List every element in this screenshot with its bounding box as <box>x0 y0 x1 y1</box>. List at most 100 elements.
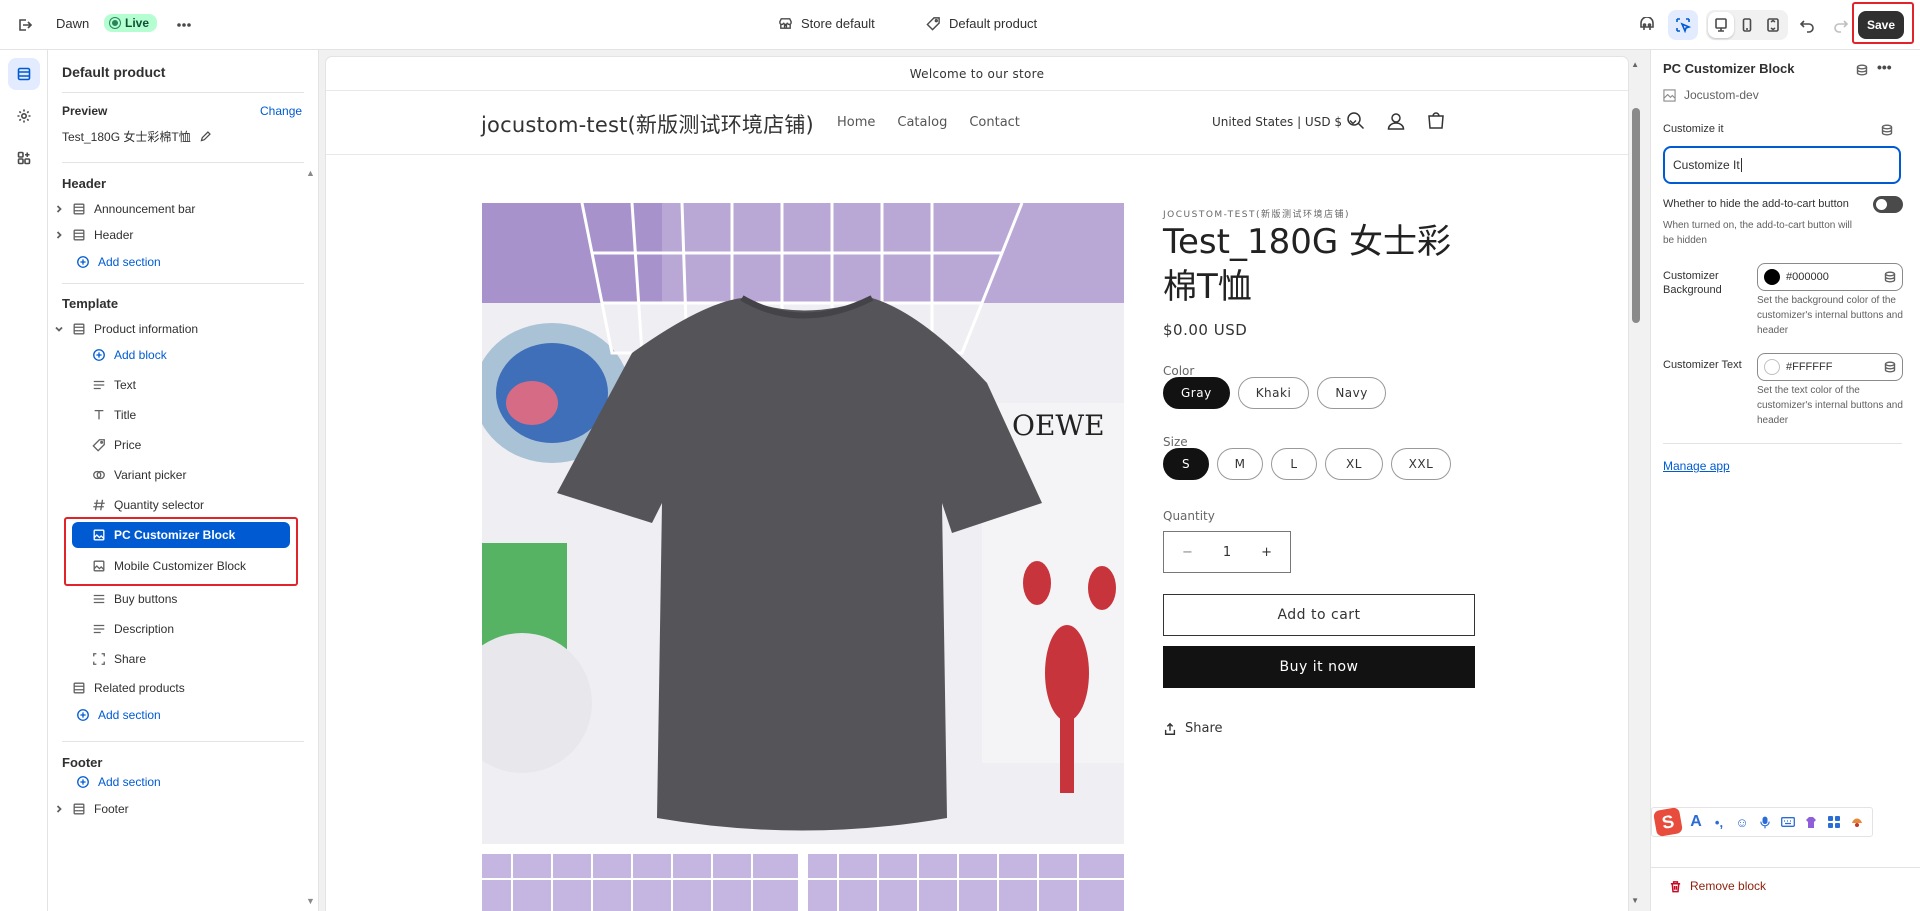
nav-link[interactable]: Catalog <box>897 115 947 130</box>
section-footer[interactable]: Footer <box>54 796 129 822</box>
size-option[interactable]: XXL <box>1391 448 1451 480</box>
color-option[interactable]: Gray <box>1163 377 1230 409</box>
block-text[interactable]: Text <box>92 372 136 398</box>
nav-link[interactable]: Contact <box>969 115 1020 130</box>
buy-now-button[interactable]: Buy it now <box>1163 646 1475 688</box>
section-product-information[interactable]: Product information <box>54 316 198 342</box>
database-icon[interactable] <box>1856 64 1868 76</box>
ime-apps-icon[interactable] <box>1826 814 1842 830</box>
sections-icon[interactable] <box>8 58 40 90</box>
product-thumbnail[interactable] <box>482 854 798 911</box>
block-label: Quantity selector <box>114 498 205 512</box>
color-option[interactable]: Navy <box>1317 377 1386 409</box>
size-option[interactable]: M <box>1217 448 1263 480</box>
store-logo[interactable]: jocustom-test(新版测试环境店铺) <box>481 109 814 139</box>
add-block-button[interactable]: Add block <box>92 342 167 368</box>
store-selector[interactable]: Store default <box>778 16 875 31</box>
manage-app-link[interactable]: Manage app <box>1663 459 1730 473</box>
block-description[interactable]: Description <box>92 616 174 642</box>
apps-icon[interactable] <box>8 142 40 174</box>
ime-punct-icon[interactable]: •, <box>1711 814 1727 830</box>
text-color-field[interactable]: #FFFFFF <box>1757 353 1903 381</box>
ime-skin-icon[interactable] <box>1803 814 1819 830</box>
template-selector[interactable]: Default product <box>926 16 1037 31</box>
nav-link[interactable]: Home <box>837 115 875 130</box>
bg-color-field[interactable]: #000000 <box>1757 263 1903 291</box>
bg-color-help: Set the background color of the customiz… <box>1757 295 1903 336</box>
more-icon[interactable] <box>169 10 199 40</box>
share-button[interactable]: Share <box>1163 721 1223 736</box>
template-group-label: Template <box>62 296 119 311</box>
change-preview-link[interactable]: Change <box>260 104 302 118</box>
block-buy-buttons[interactable]: Buy buttons <box>92 586 177 612</box>
quantity-plus-button[interactable]: + <box>1261 545 1272 560</box>
ime-keyboard-icon[interactable] <box>1780 814 1796 830</box>
size-option[interactable]: L <box>1271 448 1317 480</box>
ime-emoji-icon[interactable]: ☺ <box>1734 814 1750 830</box>
footer-group-label: Footer <box>62 755 103 770</box>
account-icon[interactable] <box>1383 108 1409 134</box>
add-section-header[interactable]: Add section <box>76 249 161 275</box>
color-option[interactable]: Khaki <box>1237 377 1310 409</box>
scroll-up-icon[interactable]: ▲ <box>306 168 316 178</box>
quantity-value[interactable]: 1 <box>1223 545 1231 560</box>
edit-icon[interactable] <box>199 130 212 143</box>
exit-icon[interactable] <box>10 10 40 40</box>
database-icon <box>1884 271 1896 283</box>
size-options: S M L XL XXL <box>1163 448 1451 480</box>
block-price[interactable]: Price <box>92 432 141 458</box>
image-text: OEWE <box>1012 409 1105 442</box>
hide-cart-toggle[interactable] <box>1873 196 1903 213</box>
block-share[interactable]: Share <box>92 646 146 672</box>
add-to-cart-button[interactable]: Add to cart <box>1163 594 1475 636</box>
size-option[interactable]: XL <box>1325 448 1383 480</box>
section-icon <box>73 803 85 815</box>
add-section-template[interactable]: Add section <box>76 702 161 728</box>
block-title[interactable]: Title <box>92 402 136 428</box>
section-icon <box>73 203 85 215</box>
quantity-minus-button[interactable]: − <box>1182 545 1193 560</box>
mobile-icon[interactable] <box>1734 12 1760 38</box>
app-source: Jocustom-dev <box>1663 88 1759 102</box>
ime-logo-icon[interactable]: S <box>1652 806 1684 838</box>
section-header[interactable]: Header <box>54 222 133 248</box>
ime-extra-icon[interactable] <box>1849 814 1865 830</box>
text-color-swatch[interactable] <box>1764 359 1780 375</box>
store-selector-label: Store default <box>801 16 875 31</box>
database-icon[interactable] <box>1881 124 1893 136</box>
section-related-products[interactable]: Related products <box>72 675 185 701</box>
bg-color-swatch[interactable] <box>1764 269 1780 285</box>
desktop-icon[interactable] <box>1708 12 1734 38</box>
customize-input[interactable]: Customize It <box>1663 146 1901 184</box>
sidebar-title: Default product <box>62 64 166 80</box>
undo-icon[interactable] <box>1792 10 1822 40</box>
ime-mic-icon[interactable] <box>1757 814 1773 830</box>
text-icon <box>93 380 105 390</box>
add-section-footer[interactable]: Add section <box>76 769 161 795</box>
preview-scrollbar[interactable] <box>1632 108 1640 323</box>
currency-selector[interactable]: United States | USD $ <box>1212 115 1358 129</box>
cart-icon[interactable] <box>1423 108 1449 134</box>
ime-font-icon[interactable]: A <box>1688 813 1704 830</box>
select-icon[interactable] <box>1668 10 1698 40</box>
remove-block-button[interactable]: Remove block <box>1669 879 1766 893</box>
section-announcement-bar[interactable]: Announcement bar <box>54 196 195 222</box>
search-icon[interactable] <box>1343 108 1369 134</box>
store-preview[interactable]: Welcome to our store jocustom-test(新版测试环… <box>326 57 1628 911</box>
section-label: Product information <box>94 322 199 336</box>
product-thumbnail[interactable] <box>808 854 1124 911</box>
scroll-down-icon[interactable]: ▼ <box>1631 896 1639 905</box>
product-image[interactable]: OEWE <box>482 203 1124 844</box>
block-highlight-box <box>64 517 298 586</box>
inspector-icon[interactable] <box>1632 10 1662 40</box>
block-quantity-selector[interactable]: Quantity selector <box>92 492 204 518</box>
size-option[interactable]: S <box>1163 448 1209 480</box>
more-icon[interactable]: ••• <box>1877 59 1892 75</box>
settings-icon[interactable] <box>8 100 40 132</box>
chevron-right-icon <box>56 805 62 813</box>
scroll-up-icon[interactable]: ▲ <box>1631 60 1639 69</box>
block-variant-picker[interactable]: Variant picker <box>92 462 186 488</box>
store-header: jocustom-test(新版测试环境店铺) Home Catalog Con… <box>326 91 1628 155</box>
scroll-down-icon[interactable]: ▼ <box>306 896 316 906</box>
fullscreen-icon[interactable] <box>1760 12 1786 38</box>
